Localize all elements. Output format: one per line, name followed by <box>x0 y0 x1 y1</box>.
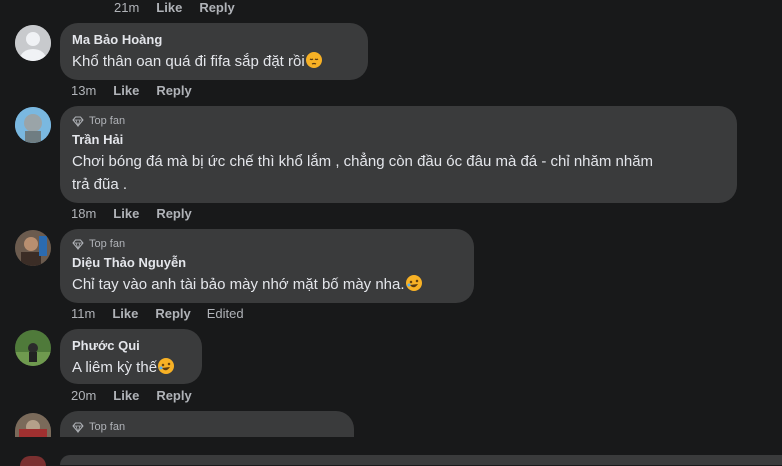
timestamp: 20m <box>71 388 97 403</box>
edited-label: Edited <box>206 306 244 321</box>
comment-text-content: A liêm kỳ thế <box>72 359 158 376</box>
avatar[interactable] <box>15 230 51 266</box>
top-fan-badge: Top fan <box>72 237 462 251</box>
rolling-laughing-emoji <box>405 275 422 291</box>
rolling-laughing-emoji <box>158 358 175 374</box>
top-fan-badge: Top fan <box>72 114 725 128</box>
comment-text-content: Chỉ tay vào anh tài bảo mày nhớ mặt bố m… <box>72 276 405 293</box>
next-comment-edge <box>60 455 782 465</box>
comment-text-content: Khổ thân oan quá đi fifa sắp đặt rồi <box>72 53 305 70</box>
comment-text: Khổ thân oan quá đi fifa sắp đặt rồi <box>72 50 356 73</box>
comment-text: Chỉ tay vào anh tài bảo mày nhớ mặt bố m… <box>72 273 462 296</box>
like-button[interactable]: Like <box>156 0 182 15</box>
like-button[interactable]: Like <box>113 206 139 221</box>
comment-text: Chơi bóng đá mà bị ức chế thì khổ lắm , … <box>72 150 725 196</box>
commenter-name[interactable]: Diệu Thảo Nguyễn <box>72 254 462 271</box>
avatar-image <box>15 330 51 366</box>
comment-bubble: Top fan Trần Hải Chơi bóng đá mà bị ức c… <box>60 106 737 203</box>
comment-actions: 11m Like Reply Edited <box>71 306 244 321</box>
top-fan-label: Top fan <box>89 421 126 433</box>
reply-button[interactable]: Reply <box>156 83 191 98</box>
comment-actions: 18m Like Reply <box>71 206 192 221</box>
top-fan-diamond-icon <box>72 239 84 250</box>
avatar[interactable] <box>15 330 51 366</box>
comment-actions: 20m Like Reply <box>71 388 192 403</box>
reply-button[interactable]: Reply <box>155 306 190 321</box>
top-fan-diamond-icon <box>72 116 84 127</box>
timestamp: 13m <box>71 83 97 98</box>
pensive-face-emoji <box>305 52 322 68</box>
reply-button[interactable]: Reply <box>199 0 234 15</box>
like-button[interactable]: Like <box>113 83 139 98</box>
timestamp: 21m <box>114 0 140 15</box>
comment-text-line: trả đũa . <box>72 176 128 193</box>
comment-text: A liêm kỳ thế <box>72 356 190 379</box>
comment-bubble: Top fan <box>60 411 354 437</box>
reply-button[interactable]: Reply <box>156 206 191 221</box>
top-fan-diamond-icon <box>72 422 84 433</box>
timestamp: 18m <box>71 206 97 221</box>
avatar-image <box>15 230 51 266</box>
commenter-name[interactable]: Trần Hải <box>72 131 725 148</box>
like-button[interactable]: Like <box>113 388 139 403</box>
comment-bubble: Top fan Diệu Thảo Nguyễn Chỉ tay vào anh… <box>60 229 474 303</box>
like-button[interactable]: Like <box>112 306 138 321</box>
default-avatar-icon <box>15 25 51 61</box>
avatar[interactable] <box>15 25 51 61</box>
commenter-name[interactable]: Ma Bảo Hoàng <box>72 31 356 48</box>
comment-actions-top: 21m Like Reply <box>71 0 235 15</box>
comment-actions: 13m Like Reply <box>71 83 192 98</box>
comment-text-line: Chơi bóng đá mà bị ức chế thì khổ lắm , … <box>72 153 654 170</box>
next-avatar-edge <box>20 456 46 466</box>
top-fan-badge: Top fan <box>72 420 342 434</box>
reply-button[interactable]: Reply <box>156 388 191 403</box>
top-fan-label: Top fan <box>89 238 126 250</box>
avatar-image <box>15 413 51 437</box>
top-fan-label: Top fan <box>89 115 126 127</box>
timestamp: 11m <box>71 306 96 321</box>
comment-bubble: Phước Qui A liêm kỳ thế <box>60 329 202 384</box>
avatar[interactable] <box>15 413 51 437</box>
avatar[interactable] <box>15 107 51 143</box>
comment-bubble: Ma Bảo Hoàng Khổ thân oan quá đi fifa sắ… <box>60 23 368 80</box>
commenter-name[interactable]: Phước Qui <box>72 337 190 354</box>
avatar-image <box>15 107 51 143</box>
